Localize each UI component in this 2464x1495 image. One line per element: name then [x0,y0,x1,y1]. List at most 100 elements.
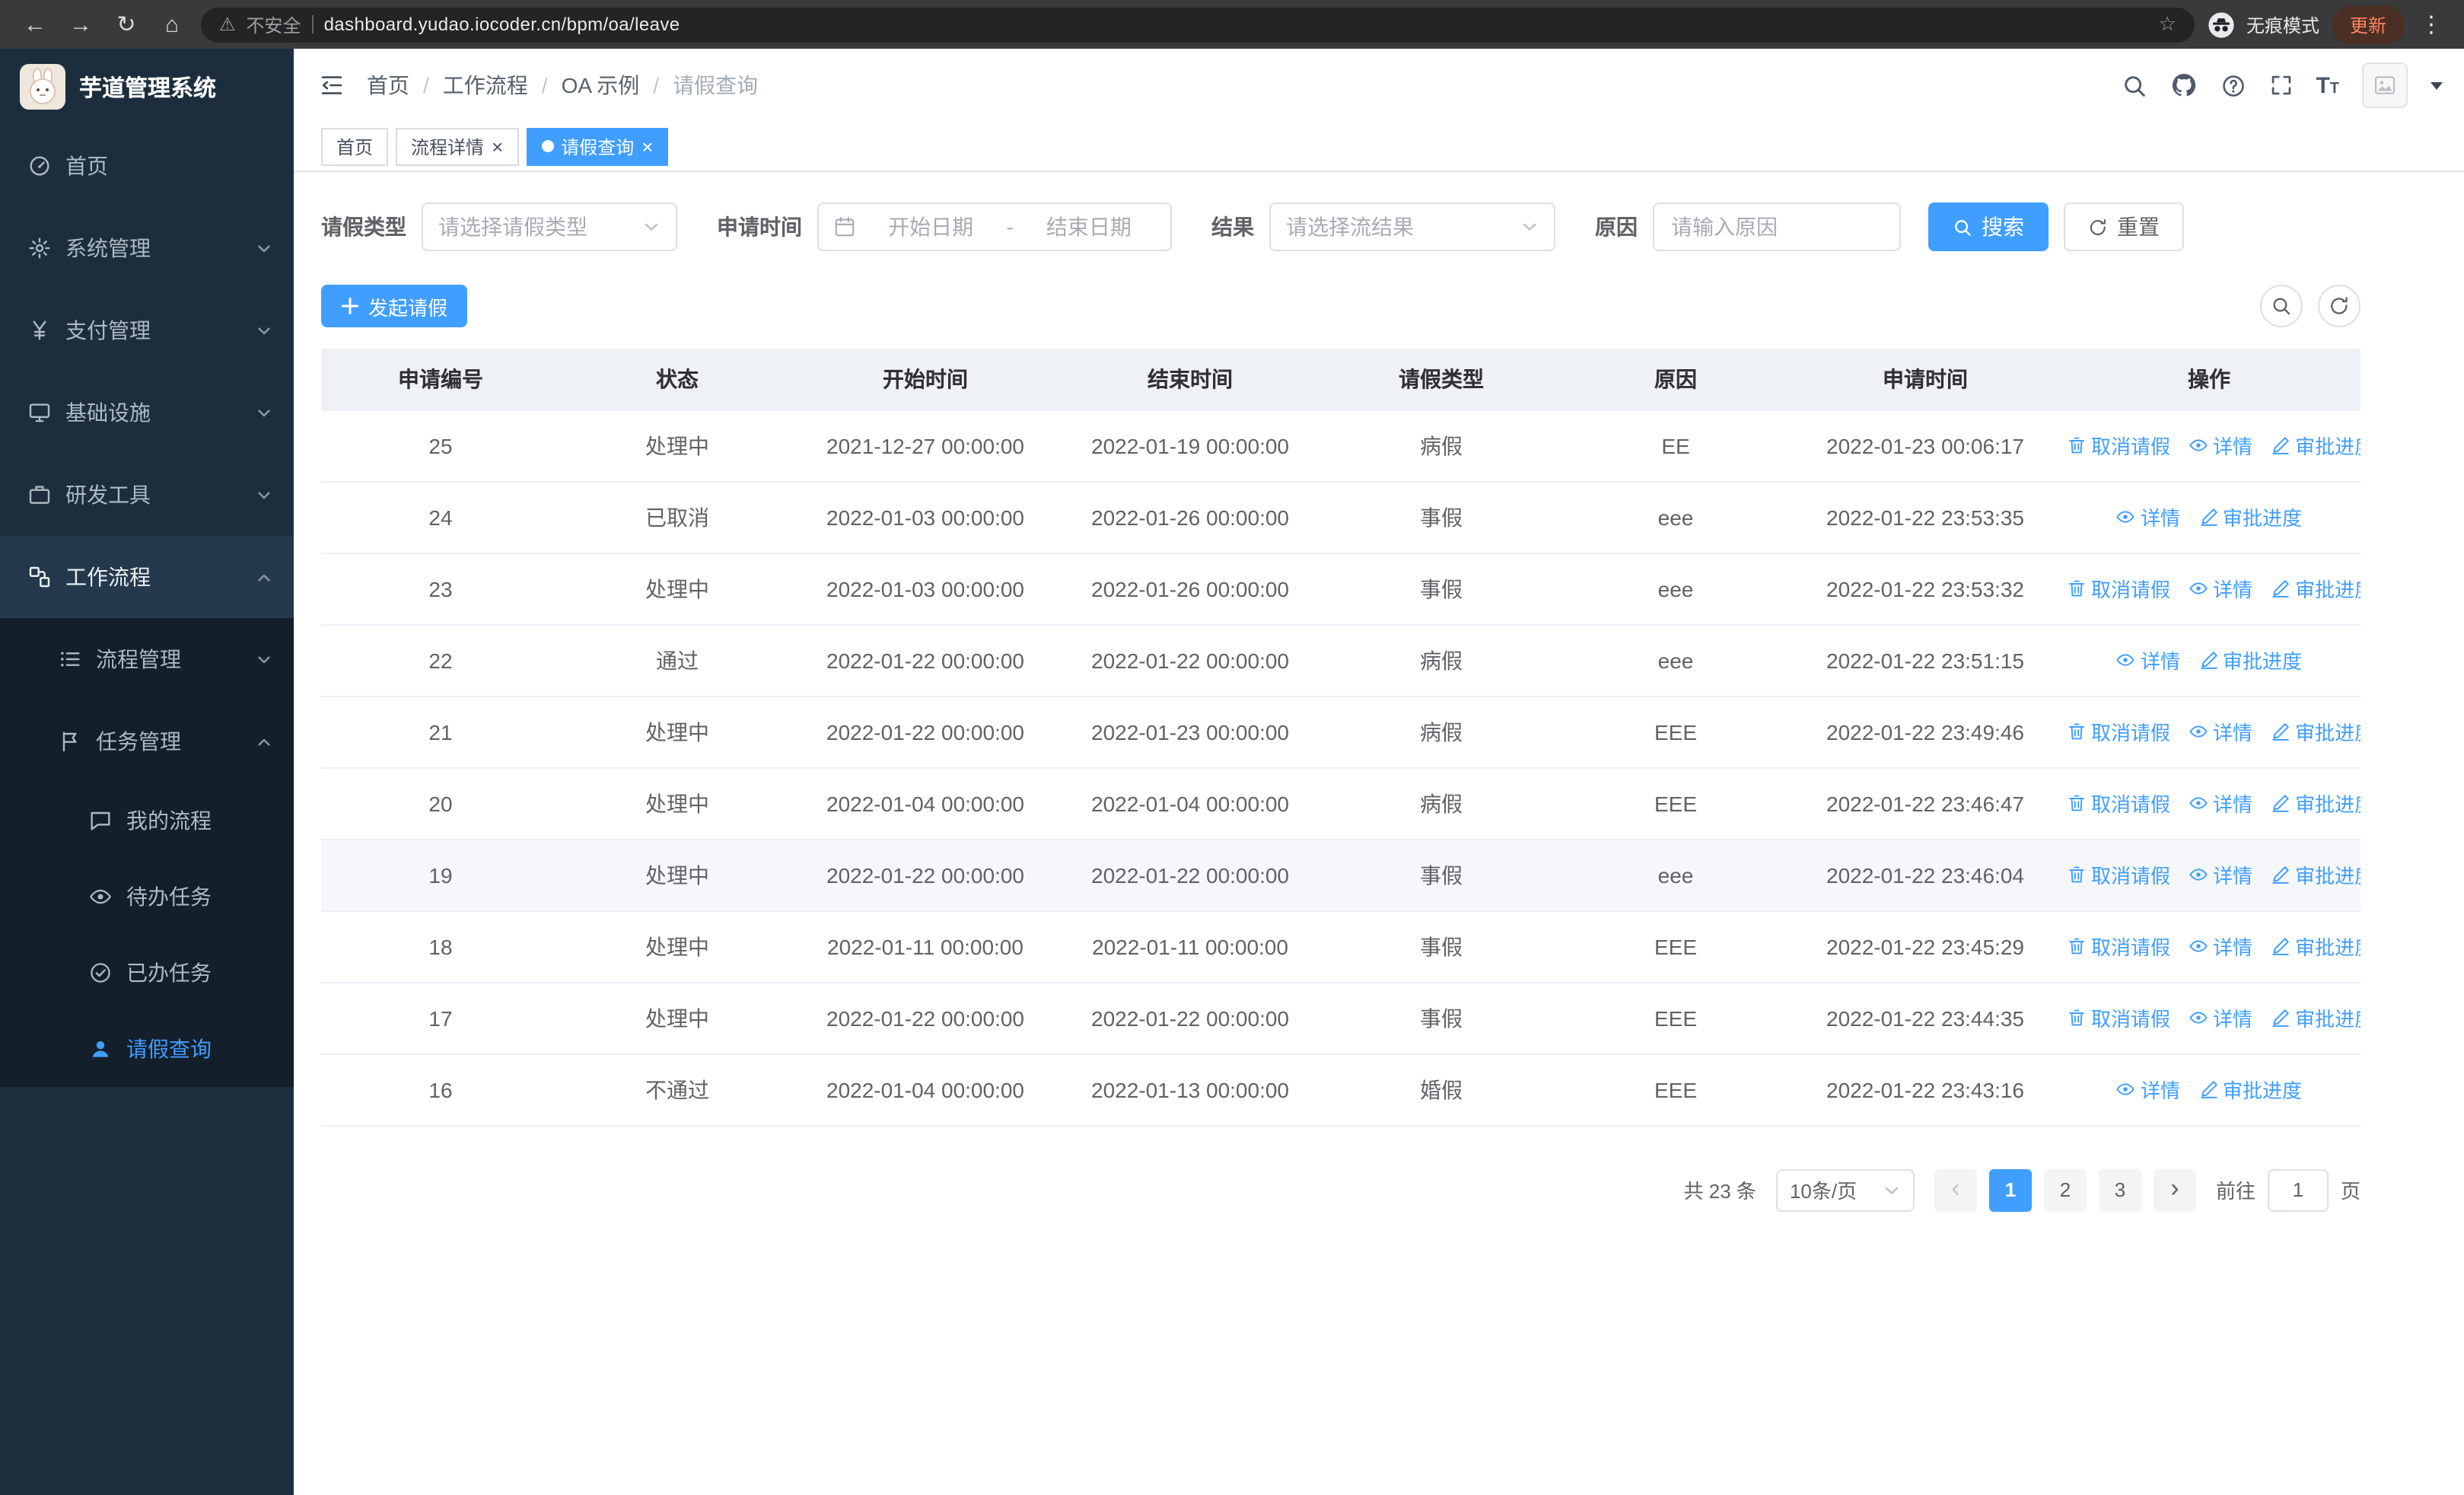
chevron-down-icon[interactable] [2431,81,2443,89]
action-progress-link[interactable]: 审批进度 [2271,431,2361,460]
tags-view: 首页 流程详情 × 请假查询 × [294,122,2464,172]
action-detail-link[interactable]: 详情 [2189,789,2252,818]
fullscreen-icon[interactable] [2268,73,2293,97]
home-icon[interactable]: ⌂ [155,8,189,41]
reset-button[interactable]: 重置 [2064,202,2184,251]
page-size-select[interactable]: 10条/页 [1775,1168,1915,1211]
progress-icon [2271,579,2291,598]
leave-type-select[interactable]: 请选择请假类型 [422,202,677,251]
create-leave-button[interactable]: 发起请假 [321,285,468,327]
action-detail-link[interactable]: 详情 [2189,717,2252,746]
action-progress-link[interactable]: 审批进度 [2271,789,2361,818]
github-icon[interactable] [2170,72,2197,99]
close-icon[interactable]: × [492,136,503,156]
table-cell: EEE [1558,1054,1793,1126]
next-page-button[interactable]: › [2153,1168,2196,1211]
detail-icon [2116,650,2136,670]
action-progress-link[interactable]: 审批进度 [2198,1075,2302,1104]
action-cancel-link[interactable]: 取消请假 [2067,431,2170,460]
avatar[interactable] [2362,62,2408,108]
app-logo[interactable]: 芋道管理系统 [0,49,294,125]
sidebar-item-task-mgmt[interactable]: 任务管理 [0,700,294,783]
reload-icon[interactable]: ↻ [110,8,143,41]
action-detail-link[interactable]: 详情 [2189,574,2252,603]
table-cell: 18 [321,910,560,983]
back-icon[interactable]: ← [18,8,52,41]
sidebar-item-done-tasks[interactable]: 已办任务 [0,935,294,1011]
table-cell: 2022-01-22 00:00:00 [794,624,1056,696]
tab-home[interactable]: 首页 [321,127,389,165]
action-progress-link[interactable]: 审批进度 [2198,645,2302,674]
date-range-picker[interactable]: 开始日期 - 结束日期 [817,202,1172,251]
action-detail-link[interactable]: 详情 [2189,1003,2252,1032]
sidebar-item-infrastructure[interactable]: 基础设施 [0,371,294,454]
menu-dots-icon[interactable]: ⋮ [2417,11,2446,38]
update-button[interactable]: 更新 [2331,5,2405,43]
page-button-2[interactable]: 2 [2043,1168,2087,1211]
action-detail-link[interactable]: 详情 [2116,1075,2180,1104]
action-cancel-link[interactable]: 取消请假 [2067,574,2170,603]
sidebar-item-home[interactable]: 首页 [0,125,294,207]
sidebar-item-leave-query[interactable]: 请假查询 [0,1011,294,1087]
action-detail-link[interactable]: 详情 [2116,645,2180,674]
row-actions: 详情 审批进度 [2058,481,2361,553]
goto-page-input[interactable] [2267,1168,2329,1211]
table-cell: 19 [321,839,560,911]
action-progress-link[interactable]: 审批进度 [2271,932,2361,961]
sidebar-item-payment-mgmt[interactable]: 支付管理 [0,289,294,371]
action-cancel-link[interactable]: 取消请假 [2067,717,2170,746]
action-progress-link[interactable]: 审批进度 [2271,1003,2361,1032]
bookmark-star-icon[interactable]: ☆ [2159,12,2176,37]
breadcrumb-item[interactable]: 工作流程 [443,70,528,100]
table-cell: 处理中 [560,982,794,1054]
sidebar-item-system-mgmt[interactable]: 系统管理 [0,207,294,289]
forward-icon[interactable]: → [64,8,97,41]
breadcrumb-item[interactable]: 首页 [367,70,409,100]
url-text[interactable]: dashboard.yudao.iocoder.cn/bpm/oa/leave [324,14,680,35]
security-label[interactable]: 不安全 [247,11,301,37]
action-progress-link[interactable]: 审批进度 [2271,717,2361,746]
progress-icon [2271,936,2291,956]
font-size-icon[interactable]: TT [2316,72,2339,98]
action-progress-link[interactable]: 审批进度 [2271,574,2361,603]
detail-icon [2116,507,2136,527]
reason-input[interactable] [1653,202,1901,251]
apply-time-label: 申请时间 [717,215,802,239]
search-button[interactable]: 搜索 [1928,202,2049,251]
action-detail-link[interactable]: 详情 [2189,431,2252,460]
breadcrumb-item[interactable]: OA 示例 [562,70,640,100]
tab-process-detail[interactable]: 流程详情 × [396,127,519,165]
table-cell: 病假 [1324,696,1558,768]
action-cancel-link[interactable]: 取消请假 [2067,932,2170,961]
hide-search-button[interactable] [2260,285,2303,327]
close-icon[interactable]: × [641,136,653,156]
help-icon[interactable] [2220,72,2246,98]
search-icon[interactable] [2121,72,2147,98]
action-detail-link[interactable]: 详情 [2189,932,2252,961]
sidebar-item-process-mgmt[interactable]: 流程管理 [0,618,294,700]
action-cancel-link[interactable]: 取消请假 [2067,789,2170,818]
action-progress-link[interactable]: 审批进度 [2271,860,2361,889]
action-progress-link[interactable]: 审批进度 [2198,502,2302,531]
sidebar-item-dev-tools[interactable]: 研发工具 [0,454,294,536]
action-cancel-link[interactable]: 取消请假 [2067,1003,2170,1032]
tab-label: 流程详情 [411,136,485,158]
collapse-menu-icon[interactable] [318,72,345,99]
action-detail-link[interactable]: 详情 [2189,860,2252,889]
page-button-1[interactable]: 1 [1988,1168,2032,1211]
action-cancel-link[interactable]: 取消请假 [2067,860,2170,889]
refresh-table-button[interactable] [2318,285,2361,327]
result-select[interactable]: 请选择流结果 [1269,202,1555,251]
page-button-3[interactable]: 3 [2098,1168,2141,1211]
cancel-icon [2067,435,2087,455]
prev-page-button[interactable]: ‹ [1934,1168,1977,1211]
sidebar-item-todo-tasks[interactable]: 待办任务 [0,859,294,935]
sidebar-item-my-process[interactable]: 我的流程 [0,783,294,859]
action-detail-link[interactable]: 详情 [2116,502,2180,531]
table-cell: 事假 [1324,982,1558,1054]
start-date-placeholder: 开始日期 [888,215,974,239]
address-bar[interactable]: ⚠ 不安全 dashboard.yudao.iocoder.cn/bpm/oa/… [201,7,2195,42]
sidebar-item-workflow[interactable]: 工作流程 [0,536,294,618]
table-cell: 25 [321,410,560,482]
tab-leave-query[interactable]: 请假查询 × [526,127,669,165]
